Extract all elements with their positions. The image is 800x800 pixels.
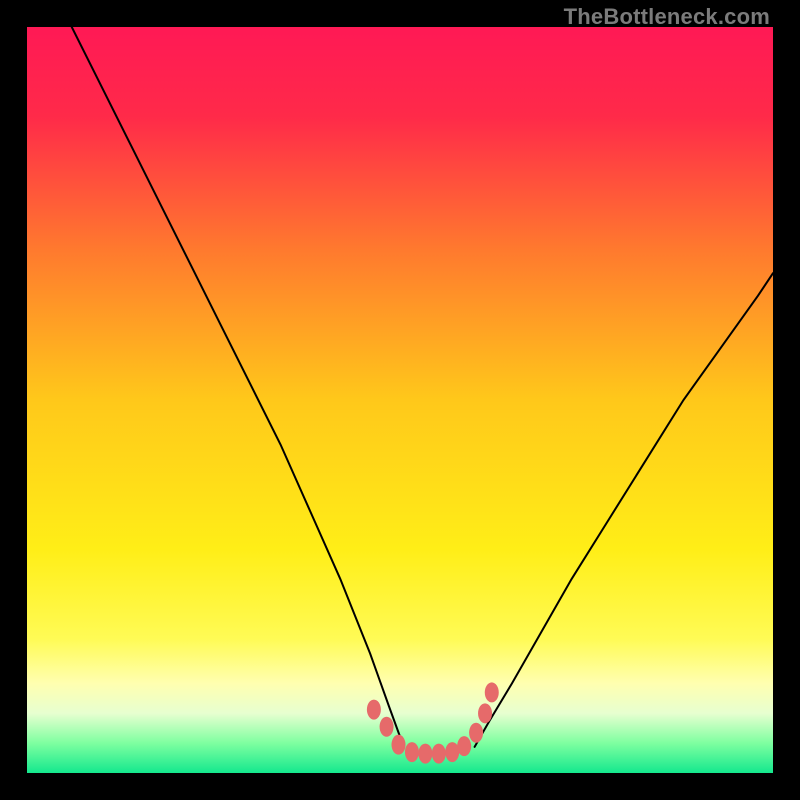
valley-marker	[445, 742, 459, 762]
valley-marker	[478, 703, 492, 723]
chart-svg	[27, 27, 773, 773]
valley-marker	[367, 700, 381, 720]
gradient-background	[27, 27, 773, 773]
chart-frame: TheBottleneck.com	[0, 0, 800, 800]
valley-marker	[405, 742, 419, 762]
plot-area	[27, 27, 773, 773]
valley-marker	[469, 723, 483, 743]
valley-marker	[457, 736, 471, 756]
valley-marker	[392, 735, 406, 755]
attribution-text: TheBottleneck.com	[564, 4, 770, 30]
valley-marker	[418, 744, 432, 764]
valley-marker	[432, 744, 446, 764]
valley-marker	[485, 682, 499, 702]
valley-marker	[380, 717, 394, 737]
